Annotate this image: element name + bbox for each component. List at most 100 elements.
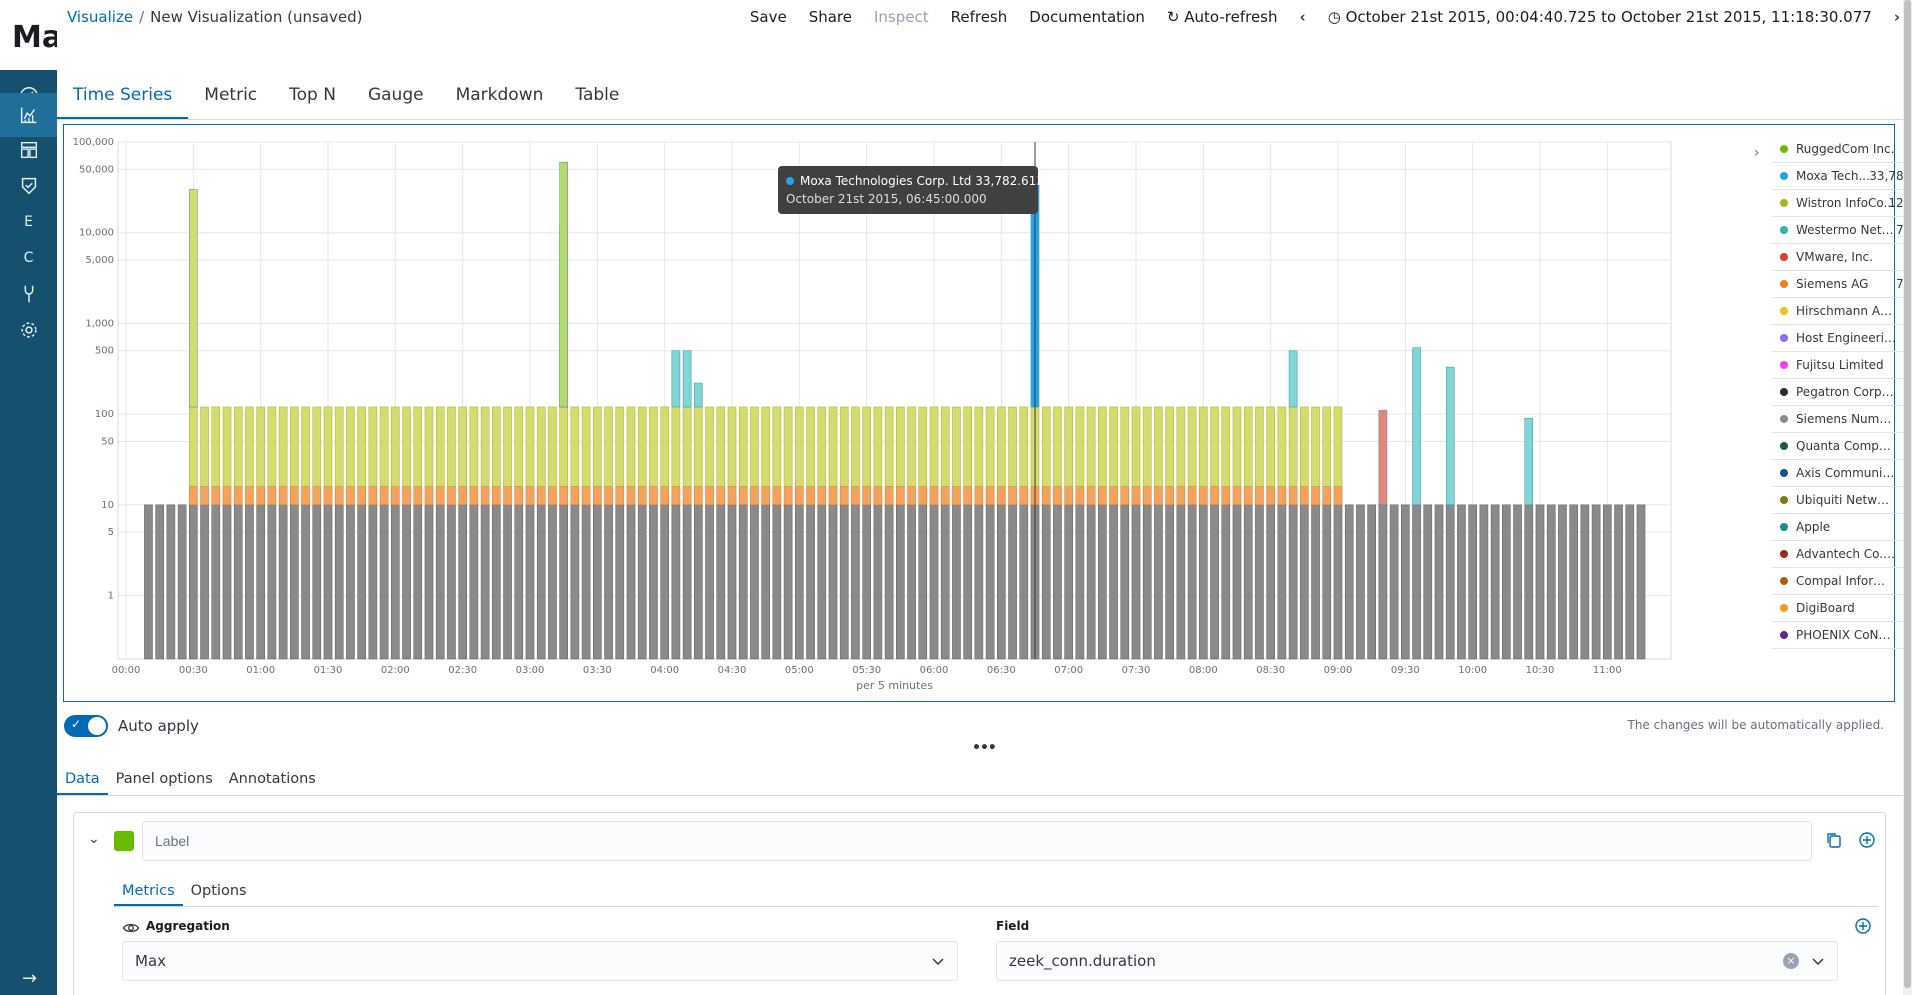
page-scrollbar[interactable]: [1903, 0, 1912, 995]
bar-segment: [1064, 486, 1073, 506]
tab-panel-options[interactable]: Panel options: [108, 771, 221, 795]
tab-gauge[interactable]: Gauge: [352, 85, 440, 119]
tab-data[interactable]: Data: [57, 771, 108, 795]
legend-item[interactable]: Advantech Co. Ltd0: [1772, 541, 1912, 568]
legend-item[interactable]: Siemens AG74.329: [1772, 271, 1912, 298]
bar-segment: [649, 486, 658, 506]
legend-item[interactable]: Compal Information (...0: [1772, 568, 1912, 595]
bar-segment: [997, 504, 1006, 660]
aggregation-select[interactable]: Max: [122, 941, 958, 981]
bar-segment: [278, 504, 288, 660]
bar-segment: [222, 486, 232, 506]
add-metric-icon[interactable]: [1854, 917, 1872, 935]
collapse-chevron-icon[interactable]: ⌄: [88, 831, 100, 847]
legend-item[interactable]: Siemens Numerical C...0: [1772, 406, 1912, 433]
tooltip-value: 33,782.613: [975, 174, 1044, 188]
legend-item[interactable]: Fujitsu Limited0: [1772, 352, 1912, 379]
legend-item[interactable]: Wistron InfoCo...126.043: [1772, 190, 1912, 217]
eye-icon[interactable]: [122, 919, 140, 937]
bar-segment: [323, 504, 333, 660]
bar-segment: [1098, 486, 1107, 506]
bar-segment: [1401, 504, 1410, 660]
tab-markdown[interactable]: Markdown: [440, 85, 560, 119]
bar-segment: [772, 406, 782, 487]
bar-segment: [738, 486, 748, 506]
aggregation-label: Aggregation: [146, 919, 230, 933]
nav-expand-arrow-icon[interactable]: →: [22, 968, 37, 989]
legend-item[interactable]: VMware, Inc.0: [1772, 244, 1912, 271]
legend-item[interactable]: PHOENIX CoNTACT El...0: [1772, 622, 1912, 649]
auto-refresh-label: Auto-refresh: [1184, 8, 1278, 26]
legend-toggle-icon[interactable]: ›: [1754, 145, 1760, 161]
tab-time-series[interactable]: Time Series: [57, 85, 189, 119]
tab-top-n[interactable]: Top N: [273, 85, 352, 119]
time-forward-icon[interactable]: ›: [1894, 8, 1900, 26]
bar-segment: [1322, 486, 1332, 506]
bar-segment: [211, 504, 221, 660]
series-color-swatch[interactable]: [114, 831, 134, 851]
legend-item[interactable]: Hirschmann Automati...0: [1772, 298, 1912, 325]
series-label-input[interactable]: [142, 821, 1812, 861]
bar-segment: [907, 504, 916, 660]
field-select[interactable]: zeek_conn.duration ×: [996, 941, 1838, 981]
auto-apply-toggle[interactable]: ✓: [64, 715, 108, 737]
bar-segment: [649, 406, 658, 487]
bar-segment: [301, 504, 310, 660]
dashboard-icon: [20, 141, 37, 159]
inspect-button[interactable]: Inspect: [874, 8, 929, 26]
legend-item[interactable]: Ubiquiti Networks Inc.0: [1772, 487, 1912, 514]
clear-icon[interactable]: ×: [1783, 953, 1799, 969]
bar-segment: [1075, 504, 1085, 660]
legend-item[interactable]: Host Engineering0: [1772, 325, 1912, 352]
bar-segment: [1098, 504, 1107, 660]
bar-segment: [256, 504, 265, 660]
breadcrumb-visualize-link[interactable]: Visualize: [67, 8, 133, 26]
legend-item-name: Fujitsu Limited: [1796, 358, 1884, 372]
legend-item[interactable]: DigiBoard0: [1772, 595, 1912, 622]
nav-management[interactable]: [0, 308, 57, 352]
refresh-button[interactable]: Refresh: [951, 8, 1008, 26]
legend-item[interactable]: Pegatron Corpor...9.999: [1772, 379, 1912, 406]
tab-metrics[interactable]: Metrics: [114, 883, 183, 906]
legend-item[interactable]: Quanta Computer Inc.0: [1772, 433, 1912, 460]
legend-item[interactable]: Westermo Netw...72.409: [1772, 217, 1912, 244]
bar-segment: [267, 486, 277, 506]
tab-annotations[interactable]: Annotations: [221, 771, 324, 795]
bar-segment: [278, 486, 288, 506]
auto-refresh-button[interactable]: ↻ Auto-refresh: [1167, 8, 1278, 26]
legend-item[interactable]: Moxa Tech...33,782.613: [1772, 163, 1912, 190]
bar-segment: [1232, 406, 1242, 487]
bar-segment: [525, 504, 535, 660]
time-back-icon[interactable]: ‹: [1300, 8, 1306, 26]
legend-item[interactable]: Axis Communications...0: [1772, 460, 1912, 487]
bar-segment: [716, 504, 726, 660]
clone-series-icon[interactable]: [1825, 831, 1843, 849]
bar-segment: [1243, 486, 1253, 506]
y-tick-label: 10,000: [79, 228, 114, 239]
bar-segment: [570, 504, 580, 660]
scrollbar-thumb[interactable]: [1904, 0, 1911, 988]
bar-segment: [1614, 504, 1623, 660]
tab-options[interactable]: Options: [183, 883, 255, 906]
legend-item[interactable]: Apple0: [1772, 514, 1912, 541]
save-button[interactable]: Save: [750, 8, 787, 26]
refresh-icon: ↻: [1166, 8, 1185, 26]
bar-segment: [727, 406, 737, 487]
bar-segment: [346, 486, 355, 506]
tab-metric[interactable]: Metric: [188, 85, 273, 119]
bar-segment: [1086, 504, 1096, 660]
chart-tooltip: Moxa Technologies Corp. Ltd 33,782.613 O…: [778, 166, 1044, 214]
add-series-icon[interactable]: [1858, 831, 1876, 849]
legend-item[interactable]: RuggedCom Inc.0: [1772, 136, 1912, 163]
documentation-link[interactable]: Documentation: [1029, 8, 1145, 26]
y-tick-label: 500: [95, 346, 114, 357]
x-tick-label: 09:30: [1391, 665, 1420, 676]
share-button[interactable]: Share: [809, 8, 852, 26]
tab-table[interactable]: Table: [559, 85, 635, 119]
bar-segment: [694, 382, 703, 408]
tooltip-series-name: Moxa Technologies Corp. Ltd: [800, 174, 972, 188]
app-logo[interactable]: Ma: [0, 0, 57, 70]
resize-handle-icon[interactable]: •••: [972, 740, 997, 756]
bar-segment: [1255, 486, 1264, 506]
time-range-picker[interactable]: ◷ October 21st 2015, 00:04:40.725 to Oct…: [1328, 8, 1872, 26]
